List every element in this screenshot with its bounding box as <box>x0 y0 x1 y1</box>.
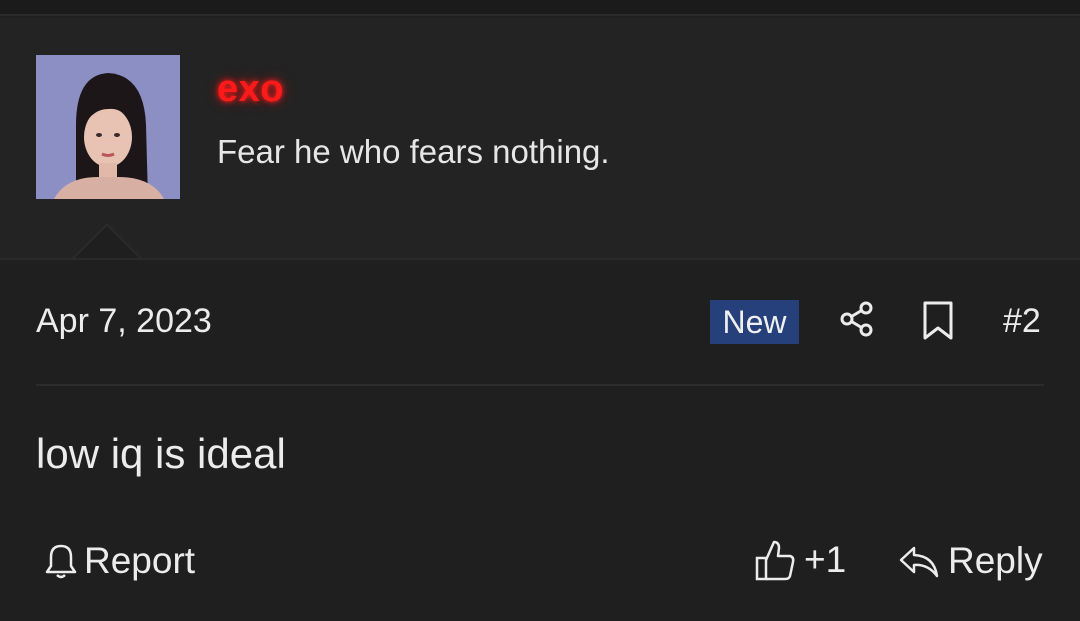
reply-button[interactable]: Reply <box>898 538 1043 584</box>
arrow-notch <box>73 226 141 260</box>
reaction-count: +1 <box>804 539 847 580</box>
post-body: low iq is ideal <box>36 430 286 477</box>
username[interactable]: exo <box>217 68 284 111</box>
like-button[interactable]: +1 <box>754 536 846 584</box>
bell-icon <box>44 542 78 580</box>
share-icon[interactable] <box>838 300 876 338</box>
report-button[interactable]: Report <box>44 538 195 584</box>
avatar[interactable] <box>36 55 180 199</box>
user-title: Fear he who fears nothing. <box>217 133 610 170</box>
header-divider <box>0 258 1080 260</box>
thumbs-up-icon <box>754 538 796 582</box>
new-badge: New <box>710 300 799 344</box>
post-date[interactable]: Apr 7, 2023 <box>36 302 212 341</box>
avatar-image <box>36 55 180 199</box>
bookmark-icon[interactable] <box>920 300 956 342</box>
reply-arrow-icon <box>898 542 940 580</box>
reply-label: Reply <box>948 540 1043 581</box>
post-number[interactable]: #2 <box>1003 302 1041 341</box>
top-strip <box>0 0 1080 16</box>
report-label: Report <box>84 540 196 581</box>
meta-divider <box>36 384 1044 386</box>
